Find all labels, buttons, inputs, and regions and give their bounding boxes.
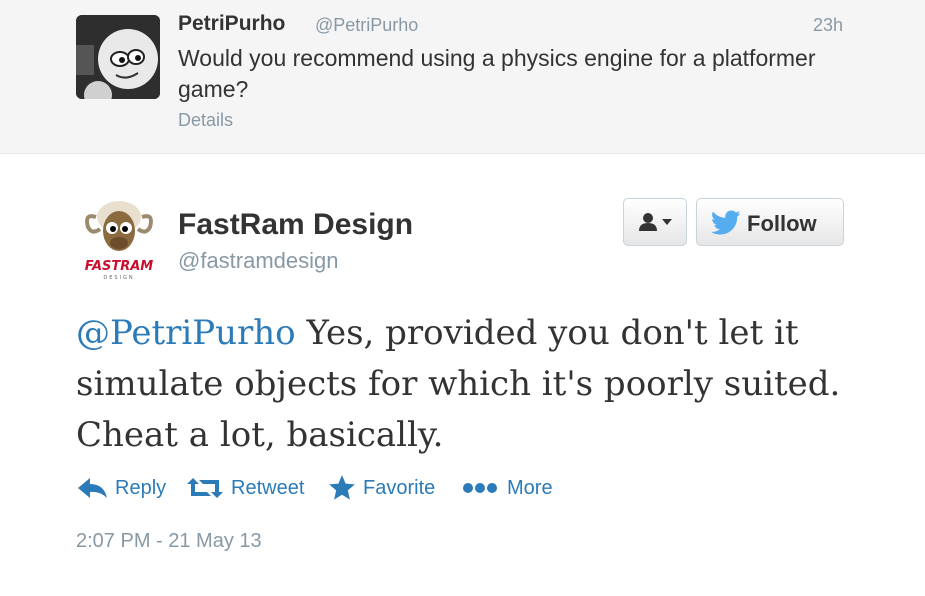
- favorite-action[interactable]: Favorite: [327, 470, 447, 506]
- author-name[interactable]: FastRam Design: [178, 208, 413, 242]
- parent-tweet-text: Would you recommend using a physics engi…: [178, 45, 816, 102]
- retweet-icon: [187, 478, 223, 498]
- ram-logo-icon: FASTRAM DESIGN: [85, 201, 154, 281]
- more-action[interactable]: More: [462, 470, 562, 506]
- author-handle[interactable]: @fastramdesign: [178, 248, 339, 274]
- tweet-timestamp[interactable]: 2:07 PM - 21 May 13: [76, 530, 262, 553]
- user-dropdown-icon: [639, 213, 672, 231]
- reply-icon: [78, 478, 107, 498]
- star-icon: [329, 475, 355, 500]
- reply-action[interactable]: Reply: [76, 470, 171, 506]
- logo-wordmark: FASTRAM: [85, 259, 154, 274]
- retweet-action[interactable]: Retweet: [187, 470, 312, 506]
- follow-label: Follow: [747, 211, 817, 236]
- egg-character-icon: [76, 15, 160, 99]
- parent-timestamp[interactable]: 23h: [813, 15, 843, 36]
- mention-link[interactable]: @PetriPurho: [76, 313, 296, 353]
- reply-label: Reply: [115, 477, 167, 499]
- favorite-label: Favorite: [363, 477, 436, 499]
- twitter-bird-icon: [711, 210, 741, 235]
- parent-tweet[interactable]: PetriPurho @PetriPurho 23h Would you rec…: [0, 0, 925, 154]
- parent-author-handle[interactable]: @PetriPurho: [315, 15, 418, 36]
- fastram-logo-avatar[interactable]: FASTRAM DESIGN: [76, 195, 162, 281]
- follow-button[interactable]: Follow: [696, 198, 844, 246]
- parent-avatar[interactable]: [76, 15, 160, 99]
- details-link[interactable]: Details: [178, 110, 233, 131]
- more-dots-icon: [463, 483, 497, 493]
- user-actions-button[interactable]: [623, 198, 687, 246]
- retweet-label: Retweet: [231, 477, 305, 499]
- parent-author-name[interactable]: PetriPurho: [178, 12, 285, 36]
- tweet-text: @PetriPurho Yes, provided you don't let …: [76, 308, 876, 461]
- logo-subtext: DESIGN: [103, 275, 134, 281]
- more-label: More: [507, 477, 553, 499]
